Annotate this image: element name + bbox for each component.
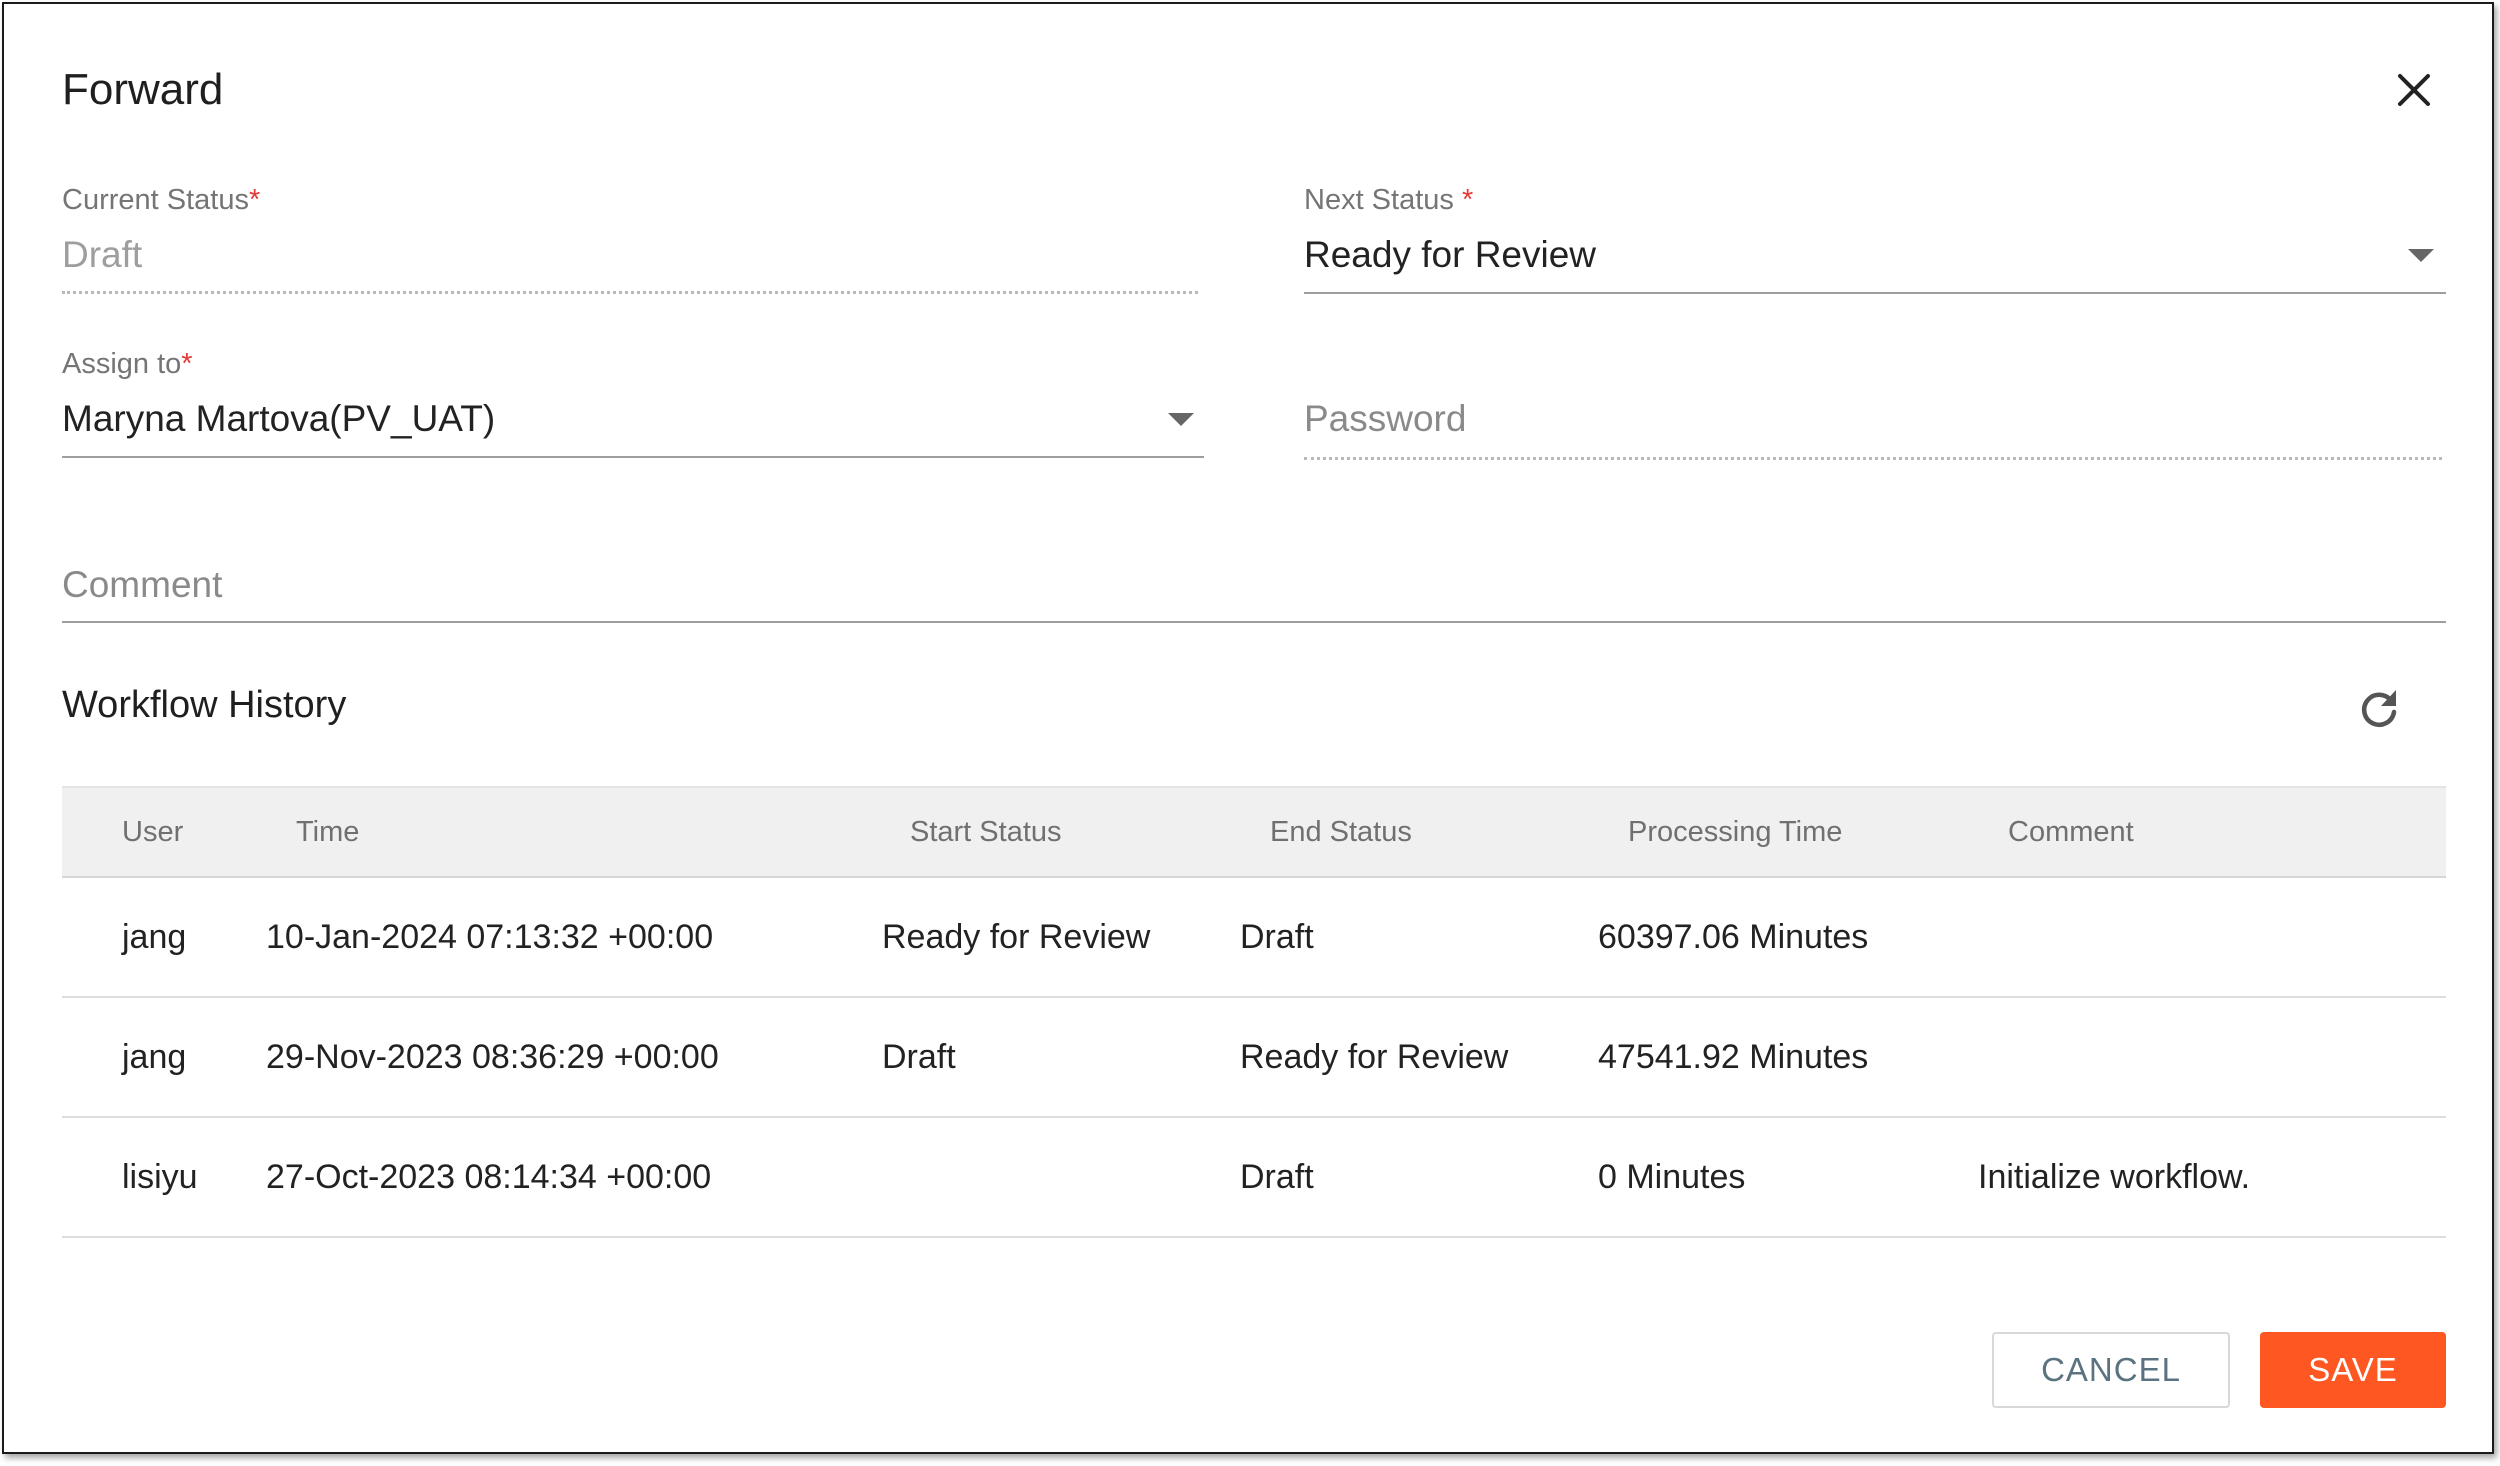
assign-to-underline <box>62 456 1204 458</box>
cell-processing-time: 47541.92 Minutes <box>1598 1038 1869 1076</box>
workflow-history-title: Workflow History <box>62 684 347 726</box>
current-status-label-text: Current Status <box>62 184 249 216</box>
assign-to-value: Maryna Martova(PV_UAT) <box>62 398 496 439</box>
column-header-time[interactable]: Time <box>296 788 359 876</box>
save-button[interactable]: SAVE <box>2260 1332 2446 1408</box>
current-status-underline <box>62 291 1198 294</box>
current-status-label: Current Status* <box>62 182 260 218</box>
cell-user: jang <box>122 918 187 956</box>
cell-end-status: Ready for Review <box>1240 1038 1509 1076</box>
next-status-value: Ready for Review <box>1304 234 1597 275</box>
column-header-processing-time[interactable]: Processing Time <box>1628 788 1842 876</box>
refresh-icon[interactable] <box>2354 684 2404 734</box>
required-mark: * <box>181 348 193 380</box>
required-mark: * <box>1461 184 1474 216</box>
forward-dialog: Forward Current Status* Draft Next Statu… <box>2 2 2494 1454</box>
cell-end-status: Draft <box>1240 1158 1314 1196</box>
comment-underline <box>62 621 2446 623</box>
column-header-start-status[interactable]: Start Status <box>910 788 1062 876</box>
cell-processing-time: 60397.06 Minutes <box>1598 918 1869 956</box>
required-mark: * <box>248 184 261 216</box>
cell-end-status: Draft <box>1240 918 1314 956</box>
next-status-select[interactable]: Ready for Review <box>1304 232 2444 282</box>
cell-processing-time: 0 Minutes <box>1598 1158 1746 1196</box>
cancel-button[interactable]: CANCEL <box>1992 1332 2230 1408</box>
history-table-header: User Time Start Status End Status Proces… <box>62 786 2446 878</box>
cell-time: 29-Nov-2023 08:36:29 +00:00 <box>266 1038 719 1076</box>
column-header-comment[interactable]: Comment <box>2008 788 2134 876</box>
cell-user: lisiyu <box>122 1158 198 1196</box>
assign-to-select[interactable]: Maryna Martova(PV_UAT) <box>62 396 1202 446</box>
table-row: jang 29-Nov-2023 08:36:29 +00:00 Draft R… <box>62 998 2446 1118</box>
assign-to-label: Assign to* <box>62 346 193 382</box>
next-status-underline <box>1304 292 2446 294</box>
cell-time: 10-Jan-2024 07:13:32 +00:00 <box>266 918 714 956</box>
assign-to-label-text: Assign to <box>62 348 182 380</box>
cell-time: 27-Oct-2023 08:14:34 +00:00 <box>266 1158 712 1196</box>
column-header-user[interactable]: User <box>122 788 183 876</box>
password-field[interactable]: Password <box>1304 396 2444 446</box>
chevron-down-icon[interactable] <box>2408 249 2434 262</box>
current-status-field: Draft <box>62 234 143 275</box>
chevron-down-icon[interactable] <box>1168 413 1194 426</box>
cell-user: jang <box>122 1038 187 1076</box>
dialog-title: Forward <box>62 65 224 114</box>
table-row: jang 10-Jan-2024 07:13:32 +00:00 Ready f… <box>62 878 2446 998</box>
password-underline <box>1304 457 2442 460</box>
close-icon[interactable] <box>2390 66 2438 114</box>
next-status-label: Next Status * <box>1304 182 1473 218</box>
table-row: lisiyu 27-Oct-2023 08:14:34 +00:00 Draft… <box>62 1118 2446 1238</box>
cell-start-status: Draft <box>882 1038 956 1076</box>
cell-start-status: Ready for Review <box>882 918 1151 956</box>
column-header-end-status[interactable]: End Status <box>1270 788 1412 876</box>
comment-field[interactable]: Comment <box>62 562 2446 612</box>
next-status-label-text: Next Status <box>1304 184 1454 216</box>
cell-comment: Initialize workflow. <box>1978 1158 2251 1196</box>
